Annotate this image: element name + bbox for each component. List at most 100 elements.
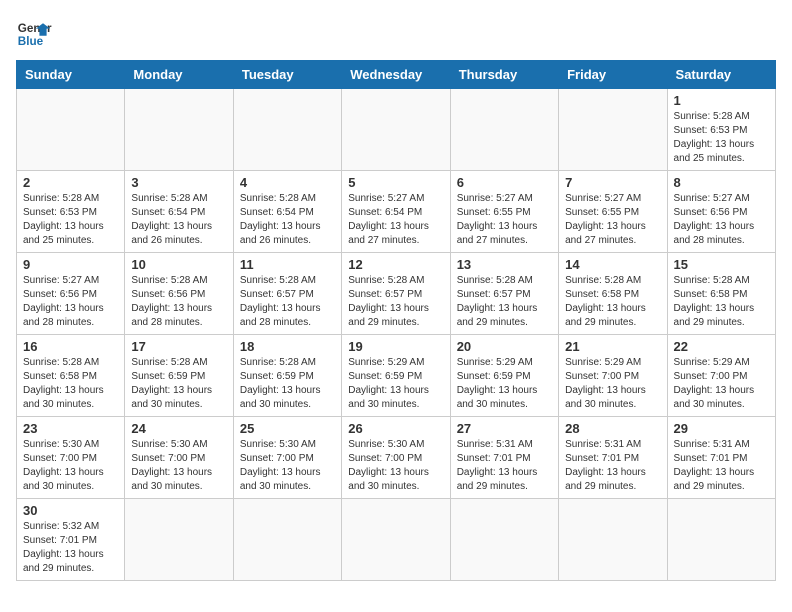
- day-header-wednesday: Wednesday: [342, 61, 450, 89]
- calendar-cell: 21 Sunrise: 5:29 AMSunset: 7:00 PMDayligh…: [559, 335, 667, 417]
- day-info: Sunrise: 5:28 AMSunset: 6:57 PMDaylight:…: [240, 274, 335, 330]
- day-info: Sunrise: 5:29 AMSunset: 7:00 PMDaylight:…: [674, 356, 769, 412]
- calendar-cell: 18 Sunrise: 5:28 AMSunset: 6:59 PMDayligh…: [233, 335, 341, 417]
- calendar-cell: [125, 499, 233, 581]
- date-number: 1: [674, 93, 769, 108]
- day-info: Sunrise: 5:30 AMSunset: 7:00 PMDaylight:…: [131, 438, 226, 494]
- day-info: Sunrise: 5:27 AMSunset: 6:56 PMDaylight:…: [674, 192, 769, 248]
- date-number: 6: [457, 175, 552, 190]
- day-info: Sunrise: 5:31 AMSunset: 7:01 PMDaylight:…: [674, 438, 769, 494]
- logo-icon: General Blue: [16, 16, 52, 52]
- calendar-cell: [450, 499, 558, 581]
- calendar-cell: 25 Sunrise: 5:30 AMSunset: 7:00 PMDayligh…: [233, 417, 341, 499]
- day-info: Sunrise: 5:28 AMSunset: 6:59 PMDaylight:…: [131, 356, 226, 412]
- date-number: 29: [674, 421, 769, 436]
- day-header-tuesday: Tuesday: [233, 61, 341, 89]
- date-number: 26: [348, 421, 443, 436]
- day-info: Sunrise: 5:30 AMSunset: 7:00 PMDaylight:…: [240, 438, 335, 494]
- calendar-cell: 5 Sunrise: 5:27 AMSunset: 6:54 PMDaylight…: [342, 171, 450, 253]
- day-info: Sunrise: 5:27 AMSunset: 6:54 PMDaylight:…: [348, 192, 443, 248]
- calendar-cell: 1Sunrise: 5:28 AMSunset: 6:53 PMDaylight…: [667, 89, 775, 171]
- date-number: 12: [348, 257, 443, 272]
- calendar-header-row: SundayMondayTuesdayWednesdayThursdayFrid…: [17, 61, 776, 89]
- calendar-table: SundayMondayTuesdayWednesdayThursdayFrid…: [16, 60, 776, 581]
- calendar-cell: 22Sunrise: 5:29 AMSunset: 7:00 PMDayligh…: [667, 335, 775, 417]
- date-number: 21: [565, 339, 660, 354]
- calendar-cell: [17, 89, 125, 171]
- calendar-cell: [125, 89, 233, 171]
- date-number: 19: [348, 339, 443, 354]
- calendar-cell: 28 Sunrise: 5:31 AMSunset: 7:01 PMDayligh…: [559, 417, 667, 499]
- day-info: Sunrise: 5:27 AMSunset: 6:55 PMDaylight:…: [457, 192, 552, 248]
- calendar-cell: [342, 499, 450, 581]
- calendar-cell: [233, 499, 341, 581]
- date-number: 28: [565, 421, 660, 436]
- date-number: 24: [131, 421, 226, 436]
- date-number: 9: [23, 257, 118, 272]
- day-info: Sunrise: 5:30 AMSunset: 7:00 PMDaylight:…: [348, 438, 443, 494]
- calendar-cell: 3 Sunrise: 5:28 AMSunset: 6:54 PMDaylight…: [125, 171, 233, 253]
- date-number: 15: [674, 257, 769, 272]
- calendar-body: 1 Sunrise: 5:28 AMSunset: 6:53 PMDaylight…: [17, 89, 776, 581]
- date-number: 3: [131, 175, 226, 190]
- date-number: 25: [240, 421, 335, 436]
- day-info: Sunrise: 5:28 AMSunset: 6:54 PMDaylight:…: [240, 192, 335, 248]
- day-info: Sunrise: 5:32 AMSunset: 7:01 PMDaylight:…: [23, 520, 118, 576]
- calendar-cell: 9 Sunrise: 5:27 AMSunset: 6:56 PMDaylight…: [17, 253, 125, 335]
- date-number: 30: [23, 503, 118, 518]
- calendar-cell: 4Sunrise: 5:28 AMSunset: 6:54 PMDaylight…: [233, 171, 341, 253]
- day-info: Sunrise: 5:28 AMSunset: 6:59 PMDaylight:…: [240, 356, 335, 412]
- day-info: Sunrise: 5:28 AMSunset: 6:53 PMDaylight:…: [23, 192, 118, 248]
- calendar-cell: 20 Sunrise: 5:29 AMSunset: 6:59 PMDayligh…: [450, 335, 558, 417]
- calendar-cell: 7Sunrise: 5:27 AMSunset: 6:55 PMDaylight…: [559, 171, 667, 253]
- calendar-cell: 30 Sunrise: 5:32 AMSunset: 7:01 PMDayligh…: [17, 499, 125, 581]
- day-info: Sunrise: 5:29 AMSunset: 6:59 PMDaylight:…: [457, 356, 552, 412]
- day-info: Sunrise: 5:29 AMSunset: 6:59 PMDaylight:…: [348, 356, 443, 412]
- calendar-cell: [450, 89, 558, 171]
- calendar-week-row: 30 Sunrise: 5:32 AMSunset: 7:01 PMDayligh…: [17, 499, 776, 581]
- day-info: Sunrise: 5:30 AMSunset: 7:00 PMDaylight:…: [23, 438, 118, 494]
- day-info: Sunrise: 5:27 AMSunset: 6:56 PMDaylight:…: [23, 274, 118, 330]
- calendar-cell: 6 Sunrise: 5:27 AMSunset: 6:55 PMDaylight…: [450, 171, 558, 253]
- day-info: Sunrise: 5:28 AMSunset: 6:54 PMDaylight:…: [131, 192, 226, 248]
- calendar-cell: 11 Sunrise: 5:28 AMSunset: 6:57 PMDayligh…: [233, 253, 341, 335]
- date-number: 17: [131, 339, 226, 354]
- page-header: General Blue: [16, 16, 776, 52]
- calendar-cell: 17 Sunrise: 5:28 AMSunset: 6:59 PMDayligh…: [125, 335, 233, 417]
- date-number: 11: [240, 257, 335, 272]
- calendar-cell: 10Sunrise: 5:28 AMSunset: 6:56 PMDayligh…: [125, 253, 233, 335]
- day-info: Sunrise: 5:28 AMSunset: 6:58 PMDaylight:…: [23, 356, 118, 412]
- svg-text:General: General: [18, 22, 52, 35]
- calendar-week-row: 2 Sunrise: 5:28 AMSunset: 6:53 PMDaylight…: [17, 171, 776, 253]
- day-info: Sunrise: 5:29 AMSunset: 7:00 PMDaylight:…: [565, 356, 660, 412]
- calendar-cell: 14Sunrise: 5:28 AMSunset: 6:58 PMDayligh…: [559, 253, 667, 335]
- calendar-cell: 8Sunrise: 5:27 AMSunset: 6:56 PMDaylight…: [667, 171, 775, 253]
- date-number: 16: [23, 339, 118, 354]
- calendar-week-row: 9 Sunrise: 5:27 AMSunset: 6:56 PMDaylight…: [17, 253, 776, 335]
- calendar-cell: [233, 89, 341, 171]
- calendar-cell: 24 Sunrise: 5:30 AMSunset: 7:00 PMDayligh…: [125, 417, 233, 499]
- day-header-monday: Monday: [125, 61, 233, 89]
- day-info: Sunrise: 5:31 AMSunset: 7:01 PMDaylight:…: [565, 438, 660, 494]
- svg-text:Blue: Blue: [18, 35, 44, 48]
- date-number: 7: [565, 175, 660, 190]
- day-info: Sunrise: 5:31 AMSunset: 7:01 PMDaylight:…: [457, 438, 552, 494]
- calendar-cell: [667, 499, 775, 581]
- day-info: Sunrise: 5:28 AMSunset: 6:57 PMDaylight:…: [348, 274, 443, 330]
- date-number: 2: [23, 175, 118, 190]
- calendar-cell: [559, 89, 667, 171]
- day-header-sunday: Sunday: [17, 61, 125, 89]
- date-number: 18: [240, 339, 335, 354]
- date-number: 5: [348, 175, 443, 190]
- day-header-thursday: Thursday: [450, 61, 558, 89]
- day-info: Sunrise: 5:28 AMSunset: 6:57 PMDaylight:…: [457, 274, 552, 330]
- calendar-cell: 16 Sunrise: 5:28 AMSunset: 6:58 PMDayligh…: [17, 335, 125, 417]
- day-header-friday: Friday: [559, 61, 667, 89]
- date-number: 20: [457, 339, 552, 354]
- date-number: 14: [565, 257, 660, 272]
- calendar-cell: 27Sunrise: 5:31 AMSunset: 7:01 PMDayligh…: [450, 417, 558, 499]
- calendar-week-row: 1Sunrise: 5:28 AMSunset: 6:53 PMDaylight…: [17, 89, 776, 171]
- day-info: Sunrise: 5:28 AMSunset: 6:58 PMDaylight:…: [674, 274, 769, 330]
- calendar-cell: 29 Sunrise: 5:31 AMSunset: 7:01 PMDayligh…: [667, 417, 775, 499]
- calendar-cell: [342, 89, 450, 171]
